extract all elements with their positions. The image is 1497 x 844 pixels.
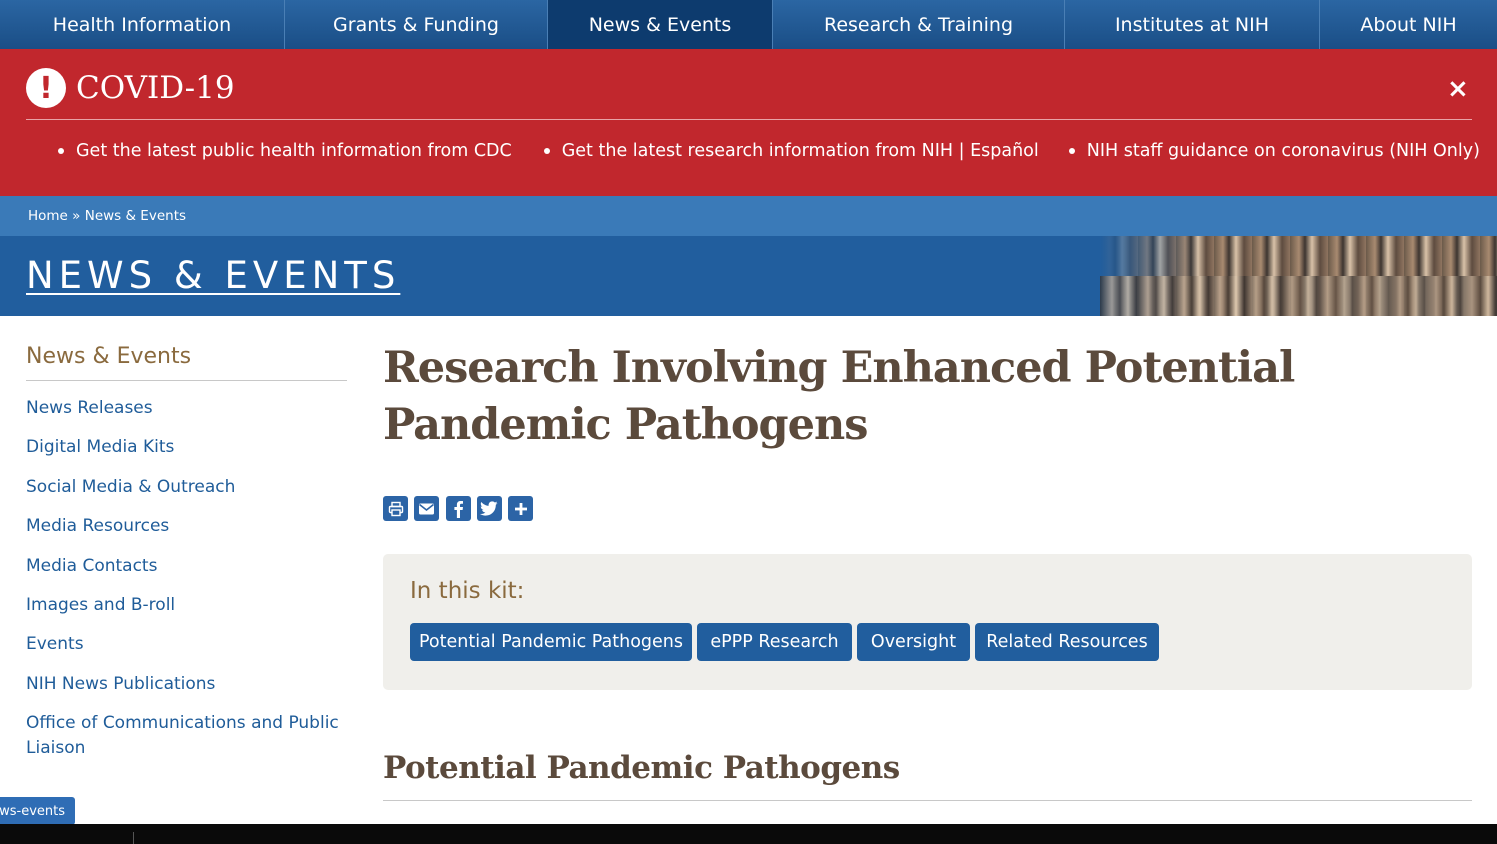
kit-label: In this kit: xyxy=(410,578,525,604)
kit-button-related-resources[interactable]: Related Resources xyxy=(975,623,1159,661)
print-icon[interactable] xyxy=(383,496,408,521)
sidebar-item-images-broll[interactable]: Images and B-roll xyxy=(26,593,346,618)
kit-button-eppp-research[interactable]: ePPP Research xyxy=(697,623,852,661)
nav-grants-funding[interactable]: Grants & Funding xyxy=(285,0,548,49)
page-tag-badge[interactable]: ws-events xyxy=(0,797,75,825)
sidebar-item-ocpl[interactable]: Office of Communications and Public Liai… xyxy=(26,711,346,761)
kit-button-group: Potential Pandemic Pathogens ePPP Resear… xyxy=(410,623,1164,661)
sidebar-item-news-releases[interactable]: News Releases xyxy=(26,396,346,421)
nav-health-information[interactable]: Health Information xyxy=(0,0,285,49)
plus-icon[interactable] xyxy=(508,496,534,521)
breadcrumb-current[interactable]: News & Events xyxy=(85,208,186,224)
sidebar-item-events[interactable]: Events xyxy=(26,632,346,657)
media-kit-box: In this kit: Potential Pandemic Pathogen… xyxy=(383,554,1472,690)
bottom-bar xyxy=(0,824,1497,844)
covid-link-cdc[interactable]: Get the latest public health information… xyxy=(58,141,512,161)
sidebar-menu: News Releases Digital Media Kits Social … xyxy=(26,396,346,776)
email-icon[interactable] xyxy=(414,496,440,521)
covid-link-staff-guidance[interactable]: NIH staff guidance on coronavirus (NIH O… xyxy=(1068,141,1480,161)
bullet-icon xyxy=(543,148,550,154)
nav-research-training[interactable]: Research & Training xyxy=(773,0,1065,49)
sidebar-item-digital-media-kits[interactable]: Digital Media Kits xyxy=(26,435,346,460)
nav-news-events[interactable]: News & Events xyxy=(548,0,773,49)
covid-links: Get the latest public health information… xyxy=(58,141,1480,161)
bullet-icon xyxy=(1068,148,1075,154)
audience-photo xyxy=(1100,236,1497,316)
section-title[interactable]: NEWS & EVENTS xyxy=(26,254,400,298)
section-divider xyxy=(383,800,1472,801)
kit-button-potential-pandemic-pathogens[interactable]: Potential Pandemic Pathogens xyxy=(410,623,692,661)
covid-alert-banner: ! COVID-19 × Get the latest public healt… xyxy=(0,49,1497,196)
twitter-icon[interactable] xyxy=(476,496,502,521)
breadcrumb-separator: » xyxy=(67,208,85,224)
covid-divider xyxy=(26,119,1472,120)
covid-link-label: NIH staff guidance on coronavirus (NIH O… xyxy=(1086,141,1480,161)
breadcrumb-home[interactable]: Home xyxy=(28,208,68,224)
page-title: Research Involving Enhanced Potential Pa… xyxy=(383,343,1295,450)
top-navigation: Health Information Grants & Funding News… xyxy=(0,0,1497,49)
covid-link-nih-research[interactable]: Get the latest research information from… xyxy=(543,141,1039,161)
facebook-icon[interactable] xyxy=(445,496,471,521)
bullet-icon xyxy=(58,148,64,154)
sidebar-heading: News & Events xyxy=(26,344,192,369)
close-icon[interactable]: × xyxy=(1447,75,1469,103)
nav-about-nih[interactable]: About NIH xyxy=(1320,0,1497,49)
sidebar-item-media-resources[interactable]: Media Resources xyxy=(26,514,346,539)
alert-circle-icon: ! xyxy=(26,68,66,108)
covid-link-label: Get the latest public health information… xyxy=(76,141,512,161)
nav-institutes-at-nih[interactable]: Institutes at NIH xyxy=(1065,0,1320,49)
sidebar-divider xyxy=(26,380,347,381)
share-bar xyxy=(383,496,539,521)
section-heading: Potential Pandemic Pathogens xyxy=(383,750,900,786)
breadcrumb: Home » News & Events xyxy=(0,196,1497,236)
covid-link-label: Get the latest research information from… xyxy=(561,141,1039,161)
covid-title: COVID-19 xyxy=(76,70,235,106)
sidebar-item-social-media[interactable]: Social Media & Outreach xyxy=(26,475,346,500)
sidebar-item-media-contacts[interactable]: Media Contacts xyxy=(26,554,346,579)
sidebar-item-nih-news-publications[interactable]: NIH News Publications xyxy=(26,672,346,697)
kit-button-oversight[interactable]: Oversight xyxy=(857,623,970,661)
